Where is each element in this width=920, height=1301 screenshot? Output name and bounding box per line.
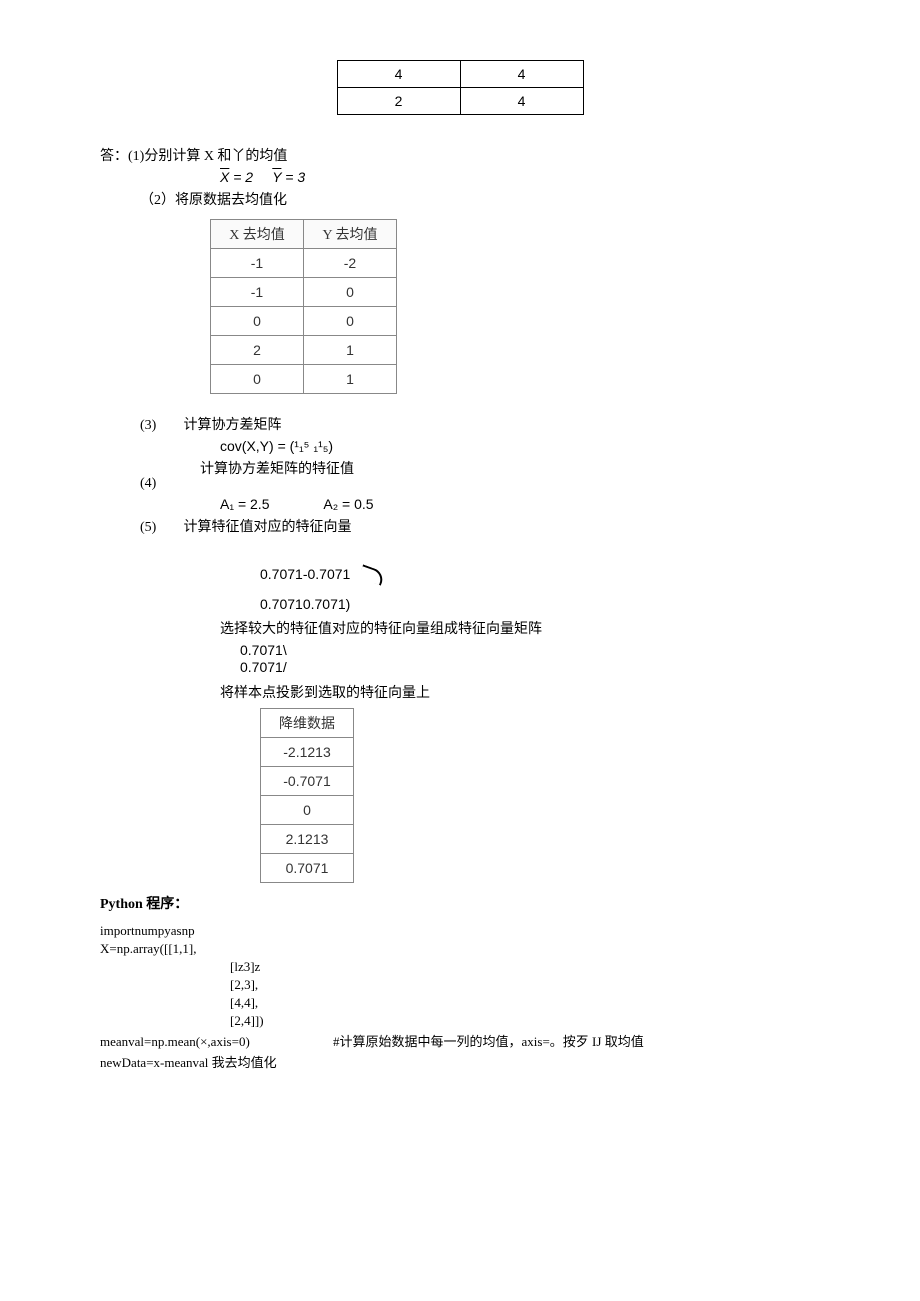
code-line: [2,3], xyxy=(230,977,820,993)
code-line: [2,4]]) xyxy=(230,1013,820,1029)
cell: -0.7071 xyxy=(261,766,354,795)
step3-label: 计算协方差矩阵 xyxy=(184,418,282,433)
eigvec1-text: 0.7071-0.7071 xyxy=(260,566,350,582)
eig-a2: A₂ = 0.5 xyxy=(323,496,373,512)
chosen-eigvec: 0.7071\ 0.7071/ xyxy=(240,642,820,676)
header-x: X 去均值 xyxy=(211,220,304,249)
cell: -1 xyxy=(211,249,304,278)
eigenvector-2: 0.70710.7071) xyxy=(260,596,820,612)
table-row: 0.7071 xyxy=(261,853,354,882)
table-row: 00 xyxy=(211,307,397,336)
cell: 4 xyxy=(460,88,583,115)
mean-x: X xyxy=(220,169,229,185)
cell: 4 xyxy=(337,61,460,88)
reduced-header: 降维数据 xyxy=(261,708,354,737)
step2-label: （2）将原数据去均值化 xyxy=(140,189,820,209)
table-header-row: X 去均值 Y 去均值 xyxy=(211,220,397,249)
table-row: -10 xyxy=(211,278,397,307)
vec-b: 0.7071/ xyxy=(240,659,820,676)
swoosh-icon xyxy=(359,565,386,586)
eigenvalues: A₁ = 2.5 A₂ = 0.5 xyxy=(220,496,820,512)
eig-a1: A₁ = 2.5 xyxy=(220,496,269,512)
cell: -1 xyxy=(211,278,304,307)
cell: -2.1213 xyxy=(261,737,354,766)
eigenvector-1: 0.7071-0.7071 xyxy=(260,566,820,582)
code-line: [4,4], xyxy=(230,995,820,1011)
demean-table: X 去均值 Y 去均值 -1-2 -10 00 21 01 xyxy=(210,219,397,394)
python-code: importnumpyasnp X=np.array([[1,1], [lz3]… xyxy=(100,923,820,1071)
table-row: 4 4 xyxy=(337,61,583,88)
step4-label: 计算协方差矩阵的特征值 xyxy=(200,462,354,477)
header-y: Y 去均值 xyxy=(304,220,397,249)
table-row: 2.1213 xyxy=(261,824,354,853)
project-text: 将样本点投影到选取的特征向量上 xyxy=(220,682,820,702)
cell: 0 xyxy=(304,278,397,307)
select-eigvec-text: 选择较大的特征值对应的特征向量组成特征向量矩阵 xyxy=(220,618,820,638)
table-row: -2.1213 xyxy=(261,737,354,766)
mean-values: X = 2 Y = 3 xyxy=(220,169,820,185)
cell: 0 xyxy=(261,795,354,824)
answer-intro: 答：(1)分别计算 X 和丫的均值 xyxy=(100,145,820,165)
step3-num: (3) xyxy=(140,418,180,434)
step3: (3) 计算协方差矩阵 xyxy=(140,414,820,434)
code-line: newData=x-meanval 我去均值化 xyxy=(100,1052,820,1071)
document-page: 4 4 2 4 答：(1)分别计算 X 和丫的均值 X = 2 Y = 3 （2… xyxy=(0,0,920,1113)
cell: 0 xyxy=(304,307,397,336)
cov-formula: cov(X,Y) = (¹₁⁵ ₁¹₅) xyxy=(220,438,820,454)
cell: 1 xyxy=(304,336,397,365)
table-row: 01 xyxy=(211,365,397,394)
code-comment: #计算原始数据中每一列的均值，axis=。按歹 IJ 取均值 xyxy=(333,1034,644,1049)
code-line: meanval=np.mean(×,axis=0) #计算原始数据中每一列的均值… xyxy=(100,1031,820,1050)
table-row: 21 xyxy=(211,336,397,365)
vec-a: 0.7071\ xyxy=(240,642,820,659)
table-row: 0 xyxy=(261,795,354,824)
table-row: -0.7071 xyxy=(261,766,354,795)
code-text: meanval=np.mean(×,axis=0) xyxy=(100,1034,250,1049)
python-label: Python 程序： xyxy=(100,893,820,913)
cell: 2 xyxy=(337,88,460,115)
top-data-table: 4 4 2 4 xyxy=(337,60,584,115)
cell: 1 xyxy=(304,365,397,394)
reduced-data-table: 降维数据 -2.1213 -0.7071 0 2.1213 0.7071 xyxy=(260,708,354,883)
code-line: [lz3]z xyxy=(230,959,820,975)
mean-y: Y xyxy=(272,169,281,185)
step5-num: (5) xyxy=(140,520,180,536)
step5: (5) 计算特征值对应的特征向量 xyxy=(140,516,820,536)
table-header-row: 降维数据 xyxy=(261,708,354,737)
table-row: 2 4 xyxy=(337,88,583,115)
step5-label: 计算特征值对应的特征向量 xyxy=(184,520,352,535)
cell: 4 xyxy=(460,61,583,88)
cell: 2 xyxy=(211,336,304,365)
code-line: X=np.array([[1,1], xyxy=(100,941,820,957)
table-row: -1-2 xyxy=(211,249,397,278)
cell: 0 xyxy=(211,365,304,394)
cell: 2.1213 xyxy=(261,824,354,853)
cell: -2 xyxy=(304,249,397,278)
step4: (4) 计算协方差矩阵的特征值 xyxy=(140,458,820,478)
cell: 0.7071 xyxy=(261,853,354,882)
cell: 0 xyxy=(211,307,304,336)
code-line: importnumpyasnp xyxy=(100,923,820,939)
step4-num: (4) xyxy=(140,476,180,492)
